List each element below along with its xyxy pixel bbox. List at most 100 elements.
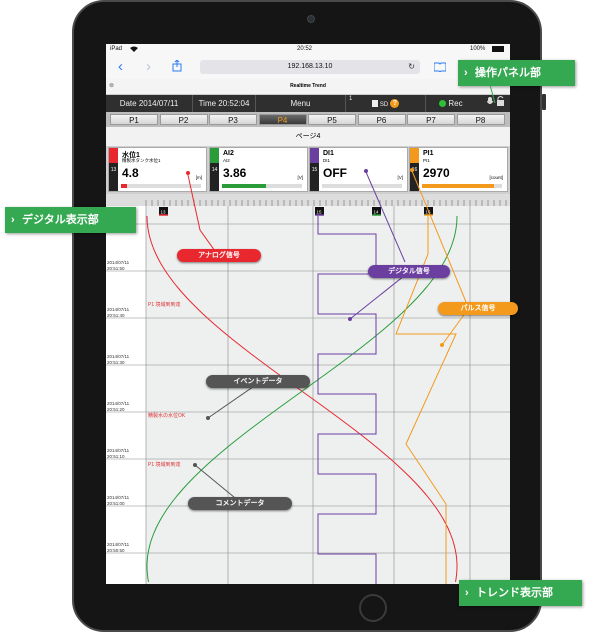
trend-channel-marker-label: 13 — [160, 210, 166, 215]
menu-button[interactable]: Menu — [256, 95, 346, 112]
trend-channel-marker-label: 14 — [373, 210, 379, 215]
channel-number: 13 — [110, 167, 117, 173]
tab-p6[interactable]: P6 — [357, 114, 406, 125]
back-icon[interactable]: ‹ — [118, 59, 123, 74]
chevron-right-icon: › — [465, 587, 469, 599]
bookmarks-icon[interactable] — [433, 60, 447, 75]
storage-status: 1 SD ? — [346, 95, 426, 112]
trend-timestamp: 2014/07/11 20:51:30 — [107, 354, 129, 366]
home-button[interactable] — [359, 594, 387, 622]
channel-unit: [count] — [489, 175, 503, 180]
channel-card-15[interactable]: 15 DI1 DI1 OFF [V] — [309, 147, 408, 192]
digital-display-panel: 13 水位1 精製水タンク水位1 4.8 [m] 14 AI2 AI2 3.86 [V] 15 DI1… — [106, 146, 510, 194]
tab-p1[interactable]: P1 — [110, 114, 158, 125]
control-panel-callout-label: 操作パネル部 — [475, 67, 541, 79]
pulse-signal-callout: パルス信号 — [438, 302, 518, 315]
trend-comment: 精製水の水位OK — [148, 413, 186, 419]
timestamp-time: 20:51:50 — [107, 266, 125, 271]
channel-level-meter — [121, 184, 201, 188]
chevron-right-icon: › — [11, 214, 15, 226]
channel-color-bar: 13 — [109, 148, 118, 191]
channel-value: OFF — [323, 166, 347, 180]
sd-card-icon — [371, 100, 378, 108]
analog-signal-callout: アナログ信号 — [177, 249, 261, 262]
lock-mic-icons[interactable] — [481, 95, 510, 112]
power-button[interactable] — [542, 94, 546, 110]
channel-level-meter — [222, 184, 302, 188]
tab-p8[interactable]: P8 — [456, 114, 505, 125]
tab-p3[interactable]: P3 — [209, 114, 257, 125]
channel-subname: 精製水タンク水位1 — [122, 158, 161, 163]
timestamp-time: 20:50:50 — [107, 548, 125, 553]
channel-card-14[interactable]: 14 AI2 AI2 3.86 [V] — [209, 147, 308, 192]
trend-comment: P1 境域到到達 — [148, 462, 181, 468]
channel-level-fill — [121, 184, 128, 188]
channel-name: AI2 — [223, 150, 234, 157]
channel-number: 15 — [311, 167, 318, 173]
rec-label: Rec — [448, 99, 463, 108]
trend-comment: P1 境域到到達 — [148, 302, 181, 308]
close-tab-icon[interactable]: ⊗ — [109, 79, 114, 94]
reload-icon[interactable]: ↻ — [408, 60, 415, 74]
channel-subname: PI1 — [423, 158, 430, 163]
digital-display-callout: › デジタル表示部 — [5, 207, 136, 233]
timestamp-time: 20:51:30 — [107, 360, 125, 365]
page-title-bar: ⊗ Realtime Trend — [106, 79, 510, 95]
channel-color-swatch — [210, 148, 219, 163]
page-title: Realtime Trend — [290, 83, 326, 89]
help-icon[interactable]: ? — [390, 99, 400, 109]
channel-level-fill — [422, 184, 494, 188]
camera-icon — [307, 15, 315, 23]
channel-card-16[interactable]: 16 PI1 PI1 2970 [count] — [409, 147, 508, 192]
channel-name: PI1 — [423, 150, 434, 157]
channel-name: DI1 — [323, 150, 334, 157]
share-icon[interactable] — [172, 59, 182, 75]
channel-card-13[interactable]: 13 水位1 精製水タンク水位1 4.8 [m] — [108, 147, 207, 192]
channel-value: 4.8 — [122, 166, 139, 180]
tab-p7[interactable]: P7 — [407, 114, 455, 125]
trend-display-callout-label: トレンド表示部 — [476, 587, 553, 599]
forward-icon[interactable]: › — [146, 59, 151, 74]
channel-color-bar: 15 — [310, 148, 319, 191]
digital-display-callout-label: デジタル表示部 — [22, 214, 99, 226]
channel-color-swatch — [310, 148, 319, 163]
channel-color-bar: 14 — [210, 148, 219, 191]
channel-subname: AI2 — [223, 158, 230, 163]
tab-p2[interactable]: P2 — [159, 114, 208, 125]
tab-p5[interactable]: P5 — [308, 114, 356, 125]
channel-value: 2970 — [423, 166, 450, 180]
trend-timestamp: 2014/07/11 20:51:20 — [107, 401, 129, 413]
trend-timestamp: 2014/07/11 20:51:10 — [107, 448, 129, 460]
timestamp-time: 20:51:10 — [107, 454, 125, 459]
event-data-callout: イベントデータ — [206, 375, 310, 388]
trend-plot-background — [146, 206, 510, 584]
tab-p4[interactable]: P4 — [258, 114, 307, 125]
time-display: Time 20:52:04 — [193, 95, 256, 112]
sd-label: SD — [379, 102, 389, 108]
rec-indicator-icon — [439, 100, 447, 108]
channel-unit: [V] — [397, 175, 403, 180]
digital-signal-callout: デジタル信号 — [368, 265, 450, 278]
channel-unit: [V] — [297, 175, 303, 180]
channel-level-meter — [322, 184, 402, 188]
trend-channel-marker-label: 15 — [316, 210, 322, 215]
channel-level-meter — [422, 184, 502, 188]
page-tabs: P1 P2 P3 P4 P5 P6 P7 P8 — [106, 112, 510, 127]
trend-display-callout: › トレンド表示部 — [459, 580, 582, 606]
channel-number: 16 — [411, 167, 418, 173]
timestamp-time: 20:51:20 — [107, 407, 125, 412]
timestamp-time: 20:51:00 — [107, 501, 125, 506]
channel-color-swatch — [109, 148, 118, 163]
ios-status-bar: iPad 20:52 100% — [106, 44, 510, 55]
rec-status[interactable]: Rec — [426, 95, 476, 112]
chevron-right-icon: › — [464, 67, 468, 79]
comment-data-callout: コメントデータ — [188, 497, 292, 510]
date-display: Date 2014/07/11 — [106, 95, 193, 112]
trend-channel-marker-label: 16 — [425, 210, 431, 215]
trend-display: 13 15 14 16 2014/07/11 20:51:50 2014/07/11 20:… — [106, 194, 510, 584]
channel-unit: [m] — [195, 175, 202, 180]
page-label: ページ4 — [106, 127, 510, 146]
control-panel-callout: › 操作パネル部 — [458, 60, 575, 86]
address-bar[interactable]: 192.168.13.10 ↻ — [200, 60, 420, 74]
channel-value: 3.86 — [223, 166, 247, 180]
